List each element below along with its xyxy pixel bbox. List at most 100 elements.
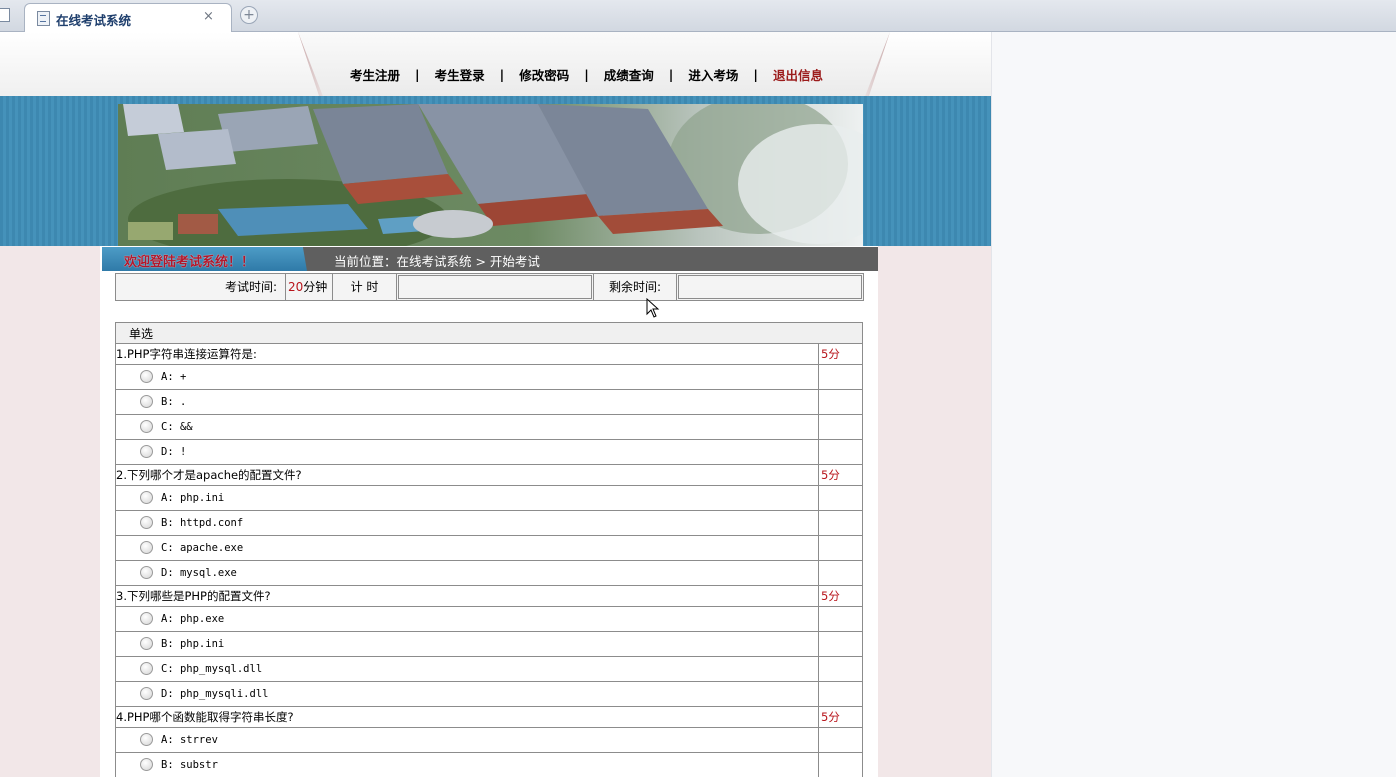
question-row: 1.PHP字符串连接运算符是: 5分 (115, 343, 864, 365)
mouse-pointer-icon (646, 298, 660, 318)
option-label: B: . (161, 396, 187, 408)
option-score-cell (817, 606, 864, 632)
page-icon (37, 11, 50, 26)
option[interactable]: A: php.ini (116, 486, 818, 510)
nav-enter-exam[interactable]: 进入考场 (688, 65, 738, 84)
option-row: D: php_mysqli.dll (115, 681, 864, 707)
option-radio[interactable] (140, 733, 153, 746)
nav-login[interactable]: 考生登录 (435, 65, 485, 84)
option[interactable]: C: php_mysql.dll (116, 657, 818, 681)
option[interactable]: B: . (116, 390, 818, 414)
timer-table: 考试时间: 20分钟 计 时 剩余时间: (115, 273, 864, 301)
option-label: B: httpd.conf (161, 517, 244, 529)
empty-right-area (991, 32, 1396, 777)
option-radio[interactable] (140, 395, 153, 408)
option-score-cell (817, 439, 864, 465)
exam-time-label: 考试时间: (116, 274, 286, 300)
browser-tab-strip: 在线考试系统 × + (0, 0, 1396, 33)
option[interactable]: B: php.ini (116, 632, 818, 656)
nav-register[interactable]: 考生注册 (350, 65, 400, 84)
question-row: 4.PHP哪个函数能取得字符串长度? 5分 (115, 706, 864, 728)
nav-separator: | (753, 67, 758, 82)
option-cell: A: php.ini (115, 485, 819, 511)
question-list: 单选 1.PHP字符串连接运算符是: 5分 A: + B: . C: && D: ! 2.下… (114, 322, 864, 777)
option[interactable]: D: php_mysqli.dll (116, 682, 818, 706)
option-row: B: . (115, 389, 864, 415)
option-row: C: apache.exe (115, 535, 864, 561)
option-label: B: substr (161, 759, 218, 771)
option-radio[interactable] (140, 612, 153, 625)
timer-cell (397, 274, 594, 300)
option-radio[interactable] (140, 758, 153, 771)
option-score-cell (817, 414, 864, 440)
option-radio[interactable] (140, 491, 153, 504)
option-cell: C: && (115, 414, 819, 440)
nav-change-password[interactable]: 修改密码 (519, 65, 569, 84)
option-radio[interactable] (140, 516, 153, 529)
option-radio[interactable] (140, 566, 153, 579)
option[interactable]: A: + (116, 365, 818, 389)
option-cell: A: + (115, 364, 819, 390)
question-text: 2.下列哪个才是apache的配置文件? (115, 464, 819, 486)
option-score-cell (817, 727, 864, 753)
nav-separator: | (415, 67, 420, 82)
option-radio[interactable] (140, 662, 153, 675)
option-score-cell (817, 656, 864, 682)
option[interactable]: D: ! (116, 440, 818, 464)
campus-aerial-illustration (118, 104, 863, 246)
option-row: C: php_mysql.dll (115, 656, 864, 682)
option-radio[interactable] (140, 445, 153, 458)
option[interactable]: C: apache.exe (116, 536, 818, 560)
nav-exit[interactable]: 退出信息 (773, 65, 823, 84)
option-cell: D: mysql.exe (115, 560, 819, 586)
main-nav: 考生注册 | 考生登录 | 修改密码 | 成绩查询 | 进入考场 | 退出信息 (350, 65, 823, 84)
option-radio[interactable] (140, 370, 153, 383)
question-table: 单选 1.PHP字符串连接运算符是: 5分 A: + B: . C: && D: ! 2.下… (114, 322, 864, 777)
question-score: 5分 (817, 585, 864, 607)
option-label: A: php.exe (161, 613, 225, 625)
option-label: A: php.ini (161, 492, 225, 504)
option-cell: D: ! (115, 439, 819, 465)
tab-list-icon[interactable] (0, 8, 10, 22)
option[interactable]: A: strrev (116, 728, 818, 752)
option[interactable]: B: substr (116, 753, 818, 777)
question-row: 2.下列哪个才是apache的配置文件? 5分 (115, 464, 864, 486)
close-tab-icon[interactable]: × (203, 9, 214, 24)
option[interactable]: D: mysql.exe (116, 561, 818, 585)
option-row: B: php.ini (115, 631, 864, 657)
option[interactable]: C: && (116, 415, 818, 439)
new-tab-button[interactable]: + (240, 6, 258, 24)
option-score-cell (817, 535, 864, 561)
option-score-cell (817, 364, 864, 390)
section-title: 单选 (114, 322, 864, 344)
option[interactable]: A: php.exe (116, 607, 818, 631)
remain-time-display (678, 275, 862, 299)
option-row: A: + (115, 364, 864, 390)
option-radio[interactable] (140, 420, 153, 433)
option-label: D: ! (161, 446, 187, 458)
option-radio[interactable] (140, 637, 153, 650)
option-cell: B: httpd.conf (115, 510, 819, 536)
campus-banner-image (118, 104, 863, 246)
option-score-cell (817, 631, 864, 657)
option-cell: D: php_mysqli.dll (115, 681, 819, 707)
option-row: D: mysql.exe (115, 560, 864, 586)
option-row: A: php.ini (115, 485, 864, 511)
option-row: B: substr (115, 752, 864, 777)
nav-score-query[interactable]: 成绩查询 (604, 65, 654, 84)
option-radio[interactable] (140, 541, 153, 554)
option-row: D: ! (115, 439, 864, 465)
option-radio[interactable] (140, 687, 153, 700)
browser-tab-active[interactable]: 在线考试系统 × (24, 3, 232, 33)
remain-time-label: 剩余时间: (594, 274, 677, 300)
question-score: 5分 (817, 706, 864, 728)
option-label: A: + (161, 371, 187, 383)
question-score: 5分 (817, 343, 864, 365)
option[interactable]: B: httpd.conf (116, 511, 818, 535)
option-cell: A: php.exe (115, 606, 819, 632)
option-cell: B: php.ini (115, 631, 819, 657)
nav-separator: | (584, 67, 589, 82)
option-label: C: apache.exe (161, 542, 244, 554)
option-label: B: php.ini (161, 638, 225, 650)
web-page: 考生注册 | 考生登录 | 修改密码 | 成绩查询 | 进入考场 | 退出信息 (0, 32, 991, 777)
